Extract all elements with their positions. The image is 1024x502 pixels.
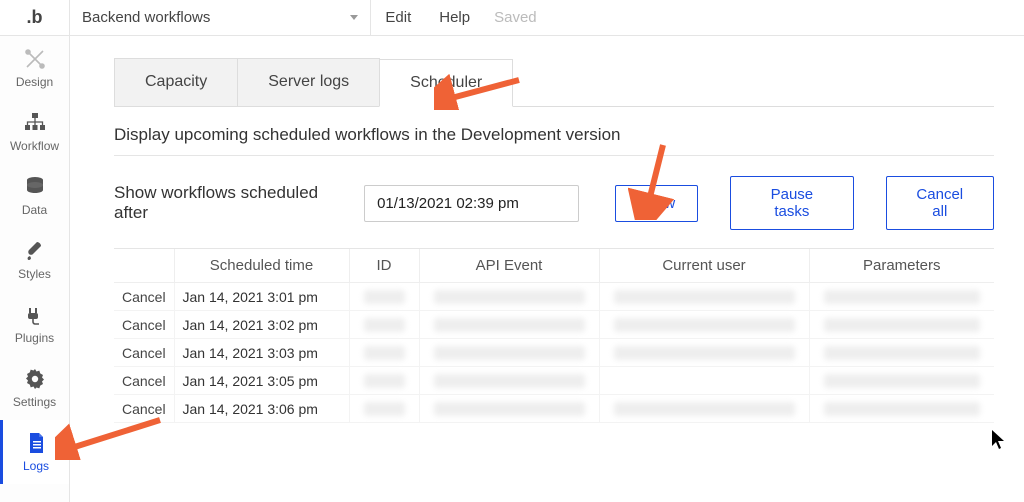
sidebar-item-styles[interactable]: Styles	[0, 228, 69, 292]
save-status: Saved	[484, 9, 547, 26]
sidebar: Design Workflow Data Styles Plugins	[0, 36, 70, 502]
sidebar-item-label: Data	[22, 203, 47, 217]
controls-row: Show workflows scheduled after Show Paus…	[114, 156, 994, 248]
show-button[interactable]: Show	[615, 185, 699, 222]
sidebar-item-data[interactable]: Data	[0, 164, 69, 228]
cancel-link[interactable]: Cancel	[114, 367, 174, 395]
cancel-link[interactable]: Cancel	[114, 311, 174, 339]
cell-time: Jan 14, 2021 3:02 pm	[174, 311, 349, 339]
cell-api-event	[419, 339, 599, 367]
col-current-user: Current user	[599, 249, 809, 283]
table-row: Cancel Jan 14, 2021 3:01 pm	[114, 283, 994, 311]
sidebar-item-logs[interactable]: Logs	[0, 420, 69, 484]
sidebar-item-label: Workflow	[10, 139, 59, 153]
database-icon	[23, 175, 47, 199]
cancel-link[interactable]: Cancel	[114, 395, 174, 423]
cell-current-user	[599, 283, 809, 311]
cell-id	[349, 339, 419, 367]
chevron-down-icon	[350, 15, 358, 20]
col-scheduled-time: Scheduled time	[174, 249, 349, 283]
table-row: Cancel Jan 14, 2021 3:02 pm	[114, 311, 994, 339]
tabs: Capacity Server logs Scheduler	[114, 58, 994, 107]
scheduled-table: Scheduled time ID API Event Current user…	[114, 248, 994, 423]
sidebar-item-plugins[interactable]: Plugins	[0, 292, 69, 356]
col-id: ID	[349, 249, 419, 283]
cell-current-user	[599, 339, 809, 367]
cell-id	[349, 367, 419, 395]
sidebar-item-design[interactable]: Design	[0, 36, 69, 100]
sidebar-item-label: Styles	[18, 267, 51, 281]
cell-api-event	[419, 311, 599, 339]
cell-time: Jan 14, 2021 3:05 pm	[174, 367, 349, 395]
table-row: Cancel Jan 14, 2021 3:05 pm	[114, 367, 994, 395]
cell-time: Jan 14, 2021 3:01 pm	[174, 283, 349, 311]
cancel-all-button[interactable]: Cancel all	[886, 176, 994, 230]
sidebar-item-label: Plugins	[15, 331, 54, 345]
document-icon	[24, 431, 48, 455]
plug-icon	[23, 303, 47, 327]
cell-api-event	[419, 283, 599, 311]
tab-scheduler[interactable]: Scheduler	[379, 59, 513, 107]
menu-help[interactable]: Help	[425, 0, 484, 36]
panel-description: Display upcoming scheduled workflows in …	[114, 107, 994, 156]
crossed-tools-icon	[23, 47, 47, 71]
pause-tasks-button[interactable]: Pause tasks	[730, 176, 853, 230]
table-header-row: Scheduled time ID API Event Current user…	[114, 249, 994, 283]
cell-parameters	[809, 395, 994, 423]
cell-current-user	[599, 395, 809, 423]
page-dropdown[interactable]: Backend workflows	[70, 0, 371, 36]
table-row: Cancel Jan 14, 2021 3:06 pm	[114, 395, 994, 423]
page-dropdown-label: Backend workflows	[82, 9, 210, 26]
col-api-event: API Event	[419, 249, 599, 283]
sidebar-item-label: Design	[16, 75, 53, 89]
sidebar-item-label: Settings	[13, 395, 56, 409]
logo: .b	[0, 0, 70, 36]
cancel-link[interactable]: Cancel	[114, 339, 174, 367]
cell-id	[349, 395, 419, 423]
tab-server-logs[interactable]: Server logs	[237, 58, 380, 106]
cell-id	[349, 283, 419, 311]
sidebar-item-settings[interactable]: Settings	[0, 356, 69, 420]
cell-current-user	[599, 367, 809, 395]
gear-icon	[23, 367, 47, 391]
col-action	[114, 249, 174, 283]
cell-parameters	[809, 283, 994, 311]
table-row: Cancel Jan 14, 2021 3:03 pm	[114, 339, 994, 367]
sidebar-item-workflow[interactable]: Workflow	[0, 100, 69, 164]
paintbrush-icon	[23, 239, 47, 263]
top-bar: .b Backend workflows Edit Help Saved	[0, 0, 1024, 36]
sitemap-icon	[23, 111, 47, 135]
cell-current-user	[599, 311, 809, 339]
cell-api-event	[419, 367, 599, 395]
col-parameters: Parameters	[809, 249, 994, 283]
menu-edit[interactable]: Edit	[371, 0, 425, 36]
main-panel: Capacity Server logs Scheduler Display u…	[70, 36, 1024, 502]
cell-parameters	[809, 311, 994, 339]
cell-time: Jan 14, 2021 3:06 pm	[174, 395, 349, 423]
tab-capacity[interactable]: Capacity	[114, 58, 238, 106]
filter-label: Show workflows scheduled after	[114, 183, 344, 223]
cell-parameters	[809, 367, 994, 395]
cancel-link[interactable]: Cancel	[114, 283, 174, 311]
cell-parameters	[809, 339, 994, 367]
sidebar-item-label: Logs	[23, 459, 49, 473]
cell-time: Jan 14, 2021 3:03 pm	[174, 339, 349, 367]
date-input[interactable]	[364, 185, 579, 222]
cell-id	[349, 311, 419, 339]
logo-text: .b	[27, 7, 43, 28]
cell-api-event	[419, 395, 599, 423]
